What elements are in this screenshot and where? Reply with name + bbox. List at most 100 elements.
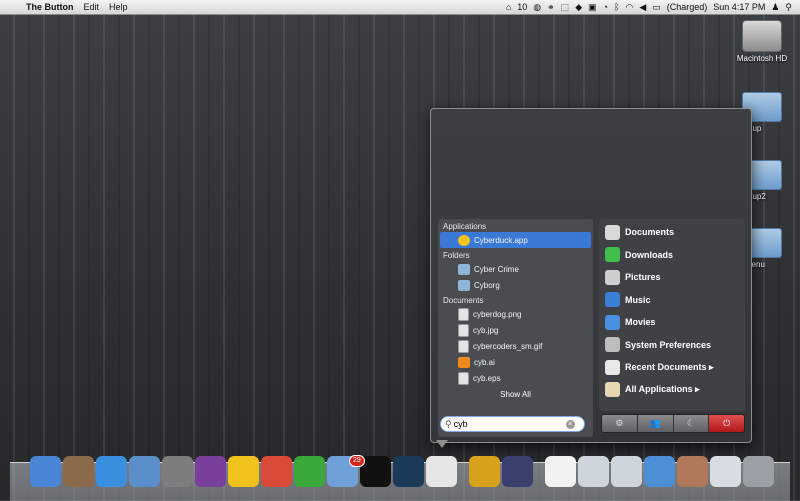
- place-label: All Applications ▸: [625, 384, 700, 395]
- desktop-icon-macintosh-hd[interactable]: Macintosh HD: [731, 20, 793, 63]
- folder-icon: [458, 279, 470, 291]
- chrome-icon[interactable]: [261, 456, 292, 487]
- place-icon: [605, 337, 620, 353]
- place-item[interactable]: Documents: [599, 221, 745, 244]
- menu-bar: The Button Edit Help ⌂ 10 ◍ ⚭ ⬚ ◆ ▣ ◔ ᛒ …: [0, 0, 800, 15]
- document-icon: [458, 323, 469, 337]
- fireworks-icon[interactable]: [469, 456, 500, 487]
- place-item[interactable]: All Applications ▸: [599, 379, 745, 402]
- dock-separator: [535, 456, 543, 487]
- sleep-button[interactable]: ☾: [673, 415, 710, 432]
- section-documents: Documents: [443, 296, 484, 305]
- trash-icon[interactable]: [743, 456, 774, 487]
- wifi-icon[interactable]: ◠: [625, 2, 633, 13]
- cyberduck-icon: [458, 234, 470, 246]
- help-menu[interactable]: Help: [109, 2, 128, 12]
- selection-icon[interactable]: ⬚: [561, 2, 570, 13]
- result-label: cyb.ai: [474, 357, 495, 367]
- app-icon[interactable]: [195, 456, 226, 487]
- users-button[interactable]: 👥: [637, 415, 674, 432]
- spaces-icon[interactable]: ▣: [588, 2, 597, 13]
- result-label: cyb.jpg: [473, 325, 499, 335]
- popover-pointer: [436, 440, 448, 448]
- place-icon: [605, 314, 620, 330]
- search-results: Applications Cyberduck.app Folders Cyber…: [438, 219, 593, 437]
- downloads-folder-icon[interactable]: [129, 456, 160, 487]
- result-item[interactable]: cybercoders_sm.gif: [438, 338, 593, 354]
- dock-separator: [459, 456, 467, 487]
- hard-drive-icon: [742, 20, 782, 52]
- place-icon: [605, 382, 620, 398]
- document-icon: [458, 307, 469, 321]
- place-item[interactable]: Pictures: [599, 266, 745, 289]
- place-label: Documents: [625, 227, 675, 238]
- bluetooth-icon[interactable]: ᛒ: [614, 2, 619, 12]
- user-icon[interactable]: ♟: [771, 2, 779, 13]
- search-icon: ⚲: [445, 418, 452, 429]
- gear-button[interactable]: ⚙: [602, 415, 638, 432]
- the-button-icon[interactable]: [426, 456, 457, 487]
- cyberduck-icon[interactable]: [228, 456, 259, 487]
- place-item[interactable]: Music: [599, 289, 745, 312]
- globe-icon[interactable]: ◍: [533, 2, 541, 13]
- place-icon: [605, 292, 620, 308]
- result-label: Cyberduck.app: [474, 235, 528, 245]
- link-icon[interactable]: ⚭: [547, 2, 555, 13]
- search-input[interactable]: [451, 419, 566, 429]
- place-label: Music: [625, 294, 651, 305]
- result-item[interactable]: cyberdog.png: [438, 306, 593, 322]
- show-all-link[interactable]: Show All: [438, 390, 593, 399]
- result-item[interactable]: cyb.ai: [438, 354, 593, 370]
- edit-menu[interactable]: Edit: [84, 2, 100, 12]
- document-icon[interactable]: [545, 456, 576, 487]
- volume-icon[interactable]: ◀: [639, 2, 646, 13]
- battery-icon[interactable]: ▭: [652, 2, 661, 13]
- photo-icon[interactable]: [677, 456, 708, 487]
- battery-status[interactable]: (Charged): [667, 2, 708, 12]
- mail-badge: 29: [349, 455, 365, 467]
- popover-toolbar: ⚙ 👥 ☾ ⏻: [601, 414, 745, 433]
- result-item[interactable]: cyb.jpg: [438, 322, 593, 338]
- place-label: System Preferences: [625, 339, 712, 350]
- result-label: cybercoders_sm.gif: [473, 341, 543, 351]
- clear-search-icon[interactable]: ×: [565, 419, 575, 429]
- stack-icon[interactable]: [578, 456, 609, 487]
- power-button[interactable]: ⏻: [709, 415, 744, 432]
- result-item[interactable]: Cyber Crime: [438, 261, 593, 277]
- time-machine-icon[interactable]: ◔: [603, 2, 608, 12]
- place-label: Downloads: [625, 249, 674, 260]
- messenger-icon[interactable]: [644, 456, 675, 487]
- photoshop-icon[interactable]: [393, 456, 424, 487]
- search-field[interactable]: ⚲ ×: [440, 416, 585, 432]
- result-item[interactable]: Cyberduck.app: [440, 232, 591, 248]
- place-item[interactable]: Movies: [599, 311, 745, 334]
- place-icon: [605, 269, 620, 285]
- finder-icon[interactable]: [30, 456, 61, 487]
- result-label: cyb.eps: [473, 373, 501, 383]
- itunes-icon[interactable]: [96, 456, 127, 487]
- app-menu[interactable]: The Button: [26, 2, 74, 12]
- status-menu-icon[interactable]: ⌂: [506, 2, 511, 12]
- stack-icon[interactable]: [611, 456, 642, 487]
- dock: [30, 456, 774, 490]
- result-item[interactable]: Cyborg: [438, 277, 593, 293]
- after-effects-icon[interactable]: [502, 456, 533, 487]
- place-item[interactable]: System Preferences: [599, 334, 745, 357]
- preview-icon[interactable]: [63, 456, 94, 487]
- place-item[interactable]: Downloads: [599, 244, 745, 267]
- system-preferences-icon[interactable]: [162, 456, 193, 487]
- result-label: cyberdog.png: [473, 309, 522, 319]
- place-label: Pictures: [625, 272, 661, 283]
- status-number[interactable]: 10: [517, 2, 527, 12]
- illustrator-file-icon: [458, 356, 470, 368]
- result-item[interactable]: cyb.eps: [438, 370, 593, 386]
- clock[interactable]: Sun 4:17 PM: [713, 2, 765, 12]
- stack-icon[interactable]: [710, 456, 741, 487]
- the-button-popover: Applications Cyberduck.app Folders Cyber…: [430, 108, 752, 443]
- place-item[interactable]: Recent Documents ▸: [599, 356, 745, 379]
- dropbox-icon[interactable]: ◆: [575, 2, 582, 13]
- adium-icon[interactable]: [294, 456, 325, 487]
- section-applications: Applications: [443, 222, 487, 231]
- places-list: Documents Downloads Pictures Music Movies Sys…: [599, 219, 745, 411]
- spotlight-icon[interactable]: ⚲: [785, 2, 792, 13]
